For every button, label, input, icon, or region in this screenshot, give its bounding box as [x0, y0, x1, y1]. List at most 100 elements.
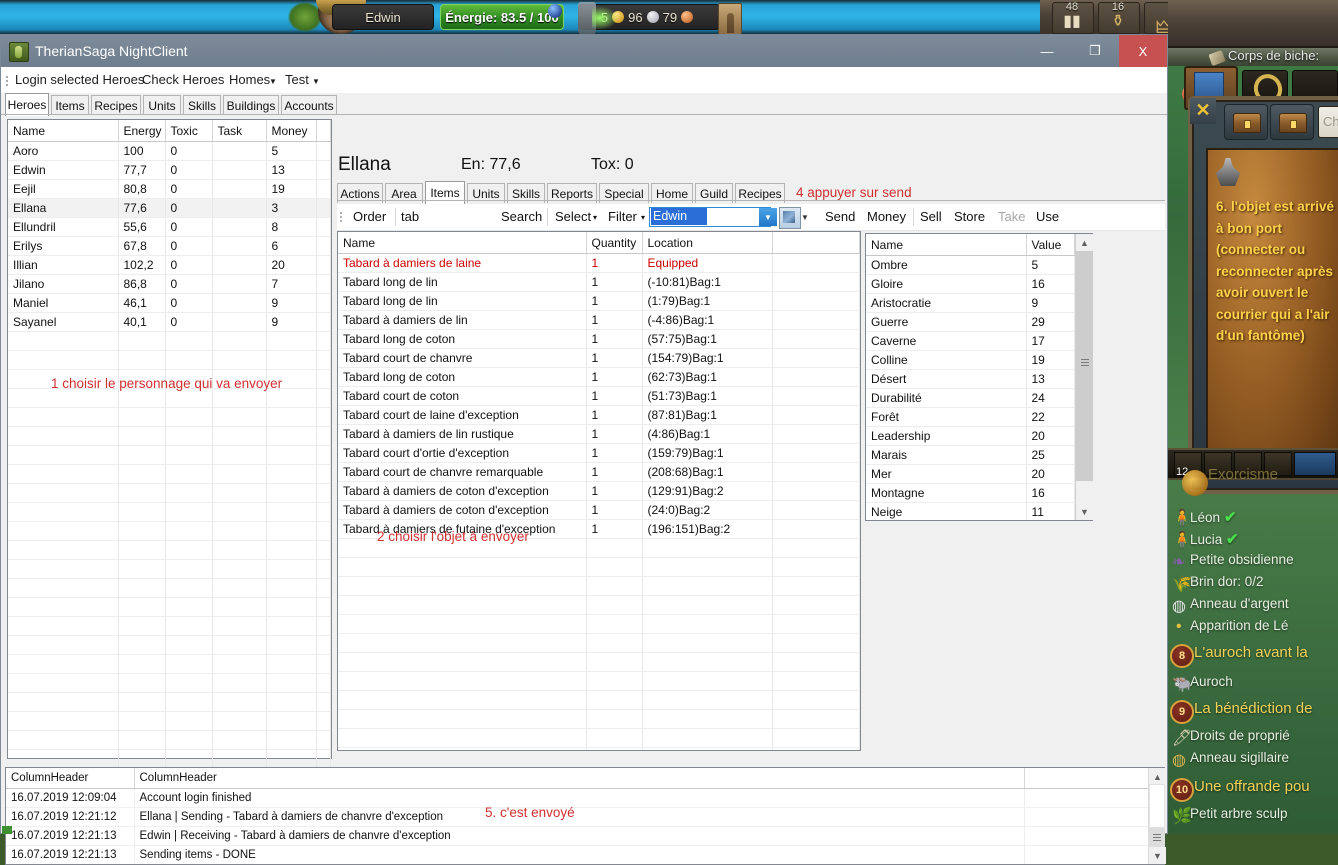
quest-item-auroch[interactable]: Auroch	[1190, 674, 1233, 689]
table-row[interactable]: Durabilité24	[866, 389, 1092, 408]
tab-skills[interactable]: Skills	[183, 95, 221, 115]
money-button[interactable]: Money	[867, 209, 906, 224]
recipient-picture-button[interactable]	[779, 207, 801, 229]
table-row[interactable]: Tabard court de chanvre1(154:79)Bag:1	[338, 349, 860, 368]
column-header[interactable]: Name	[8, 120, 118, 142]
table-row-empty[interactable]	[338, 653, 860, 672]
log-scrollbar-track[interactable]	[1149, 784, 1165, 828]
quest-group-title-9[interactable]: La bénédiction de	[1194, 700, 1312, 717]
maximize-button[interactable]: ❐	[1071, 35, 1119, 67]
properties-table[interactable]: NameValue Ombre5Gloire16Aristocratie9Gue…	[865, 233, 1093, 521]
properties-scrollbar[interactable]: ▲ ▼	[1075, 234, 1093, 520]
table-row[interactable]: Caverne17	[866, 332, 1092, 351]
scrollbar-track-upper[interactable]	[1076, 251, 1093, 369]
table-row-empty[interactable]	[8, 655, 331, 674]
table-row[interactable]: Eejil80,8019	[8, 180, 331, 199]
quest-item-petit-arbre[interactable]: Petit arbre sculp	[1190, 806, 1288, 821]
filter-button[interactable]: Filter	[608, 209, 637, 224]
table-row[interactable]: Désert13	[866, 370, 1092, 389]
column-header[interactable]: ColumnHeader	[6, 768, 134, 789]
table-row-empty[interactable]	[8, 750, 331, 769]
sell-button[interactable]: Sell	[920, 209, 942, 224]
mail-tab-inbox[interactable]	[1224, 104, 1268, 140]
quest-item-obsidienne[interactable]: Petite obsidienne	[1190, 552, 1294, 567]
combobox-chevron-down-icon[interactable]: ▼	[759, 208, 777, 226]
table-row-empty[interactable]	[8, 560, 331, 579]
table-row-empty[interactable]	[338, 729, 860, 748]
table-row[interactable]: Tabard long de lin1(1:79)Bag:1	[338, 292, 860, 311]
table-row[interactable]: Leadership20	[866, 427, 1092, 446]
log-scrollbar[interactable]: ▲ ▼	[1148, 768, 1165, 864]
select-button[interactable]: Select	[555, 209, 591, 224]
table-row-empty[interactable]	[8, 408, 331, 427]
table-row-empty[interactable]	[338, 710, 860, 729]
table-row[interactable]: Neige11	[866, 503, 1092, 522]
quest-group-title-8[interactable]: L'auroch avant la	[1194, 644, 1308, 661]
table-row[interactable]: Montagne16	[866, 484, 1092, 503]
tab-items[interactable]: Items	[51, 95, 89, 115]
column-header[interactable]: Energy	[118, 120, 165, 142]
table-row-empty[interactable]	[8, 693, 331, 712]
table-row[interactable]: Tabard à damiers de coton d'exception1(2…	[338, 501, 860, 520]
table-row-empty[interactable]	[338, 596, 860, 615]
table-row-empty[interactable]	[8, 598, 331, 617]
column-header[interactable]: Quantity	[586, 232, 642, 254]
table-row[interactable]: Marais25	[866, 446, 1092, 465]
heroes-table[interactable]: NameEnergyToxicTaskMoney Aoro10005Edwin7…	[7, 119, 332, 759]
table-row-empty[interactable]	[8, 389, 331, 408]
table-row-empty[interactable]	[8, 731, 331, 750]
menu-grip[interactable]	[6, 76, 8, 88]
table-row-empty[interactable]	[338, 672, 860, 691]
use-button[interactable]: Use	[1036, 209, 1059, 224]
table-row[interactable]: Aoro10005	[8, 142, 331, 161]
table-row[interactable]: Maniel46,109	[8, 294, 331, 313]
table-row[interactable]: Tabard court d'ortie d'exception1(159:79…	[338, 444, 860, 463]
table-row[interactable]: Tabard long de lin1(-10:81)Bag:1	[338, 273, 860, 292]
table-row[interactable]: Guerre29	[866, 313, 1092, 332]
close-icon[interactable]: ✕	[1190, 98, 1216, 124]
table-row[interactable]: Tabard à damiers de laine1Equipped	[338, 254, 860, 273]
table-row-empty[interactable]	[8, 617, 331, 636]
quest-item-droits[interactable]: Droits de proprié	[1190, 728, 1290, 743]
table-row-empty[interactable]	[338, 558, 860, 577]
table-row[interactable]: Mer20	[866, 465, 1092, 484]
mail-tab-send[interactable]	[1270, 104, 1314, 140]
table-row-empty[interactable]	[8, 541, 331, 560]
table-row[interactable]: 16.07.2019 12:09:04Account login finishe…	[6, 789, 1164, 808]
armory-slot-5[interactable]	[1294, 452, 1336, 476]
table-row-empty[interactable]	[338, 634, 860, 653]
table-row-empty[interactable]	[8, 351, 331, 370]
items-table[interactable]: NameQuantityLocation Tabard à damiers de…	[337, 231, 861, 751]
table-row-empty[interactable]	[8, 636, 331, 655]
table-row[interactable]: Tabard long de coton1(62:73)Bag:1	[338, 368, 860, 387]
minimize-button[interactable]: —	[1023, 35, 1071, 67]
picture-chevron-down-icon[interactable]: ▼	[801, 213, 809, 222]
table-row[interactable]: 16.07.2019 12:21:13Sending items - DONE	[6, 846, 1164, 865]
table-row-empty[interactable]	[8, 332, 331, 351]
table-row[interactable]: Edwin77,7013	[8, 161, 331, 180]
table-row[interactable]: 16.07.2019 12:21:12Ellana | Sending - Ta…	[6, 808, 1164, 827]
table-row[interactable]: Tabard court de chanvre remarquable1(208…	[338, 463, 860, 482]
column-header[interactable]: Money	[266, 120, 316, 142]
select-chevron-down-icon[interactable]: ▾	[593, 213, 597, 222]
log-table[interactable]: ColumnHeaderColumnHeader 16.07.2019 12:0…	[5, 767, 1165, 865]
tab-heroes[interactable]: Heroes	[5, 93, 49, 116]
column-header[interactable]: Toxic	[165, 120, 212, 142]
table-row[interactable]: 16.07.2019 12:21:13Edwin | Receiving - T…	[6, 827, 1164, 846]
chevron-down-icon[interactable]: ▼	[269, 77, 277, 86]
column-header[interactable]: ColumnHeader	[134, 768, 1024, 789]
table-row-empty[interactable]	[338, 748, 860, 752]
table-row[interactable]: Tabard long de coton1(57:75)Bag:1	[338, 330, 860, 349]
order-button[interactable]: Order	[353, 209, 386, 224]
table-row-empty[interactable]	[8, 427, 331, 446]
table-row-empty[interactable]	[8, 484, 331, 503]
store-button[interactable]: Store	[954, 209, 985, 224]
table-row-empty[interactable]	[8, 503, 331, 522]
scrollbar-thumb[interactable]	[1076, 369, 1093, 481]
log-scroll-up-icon[interactable]: ▲	[1149, 768, 1166, 785]
menu-check-heroes[interactable]: Check Heroes	[142, 72, 224, 87]
table-row-empty[interactable]	[8, 446, 331, 465]
quest-item-lucia[interactable]: Lucia ✔	[1190, 530, 1239, 548]
quest-item-brin-dor[interactable]: Brin dor: 0/2	[1190, 574, 1264, 589]
search-button[interactable]: Search	[501, 209, 542, 224]
